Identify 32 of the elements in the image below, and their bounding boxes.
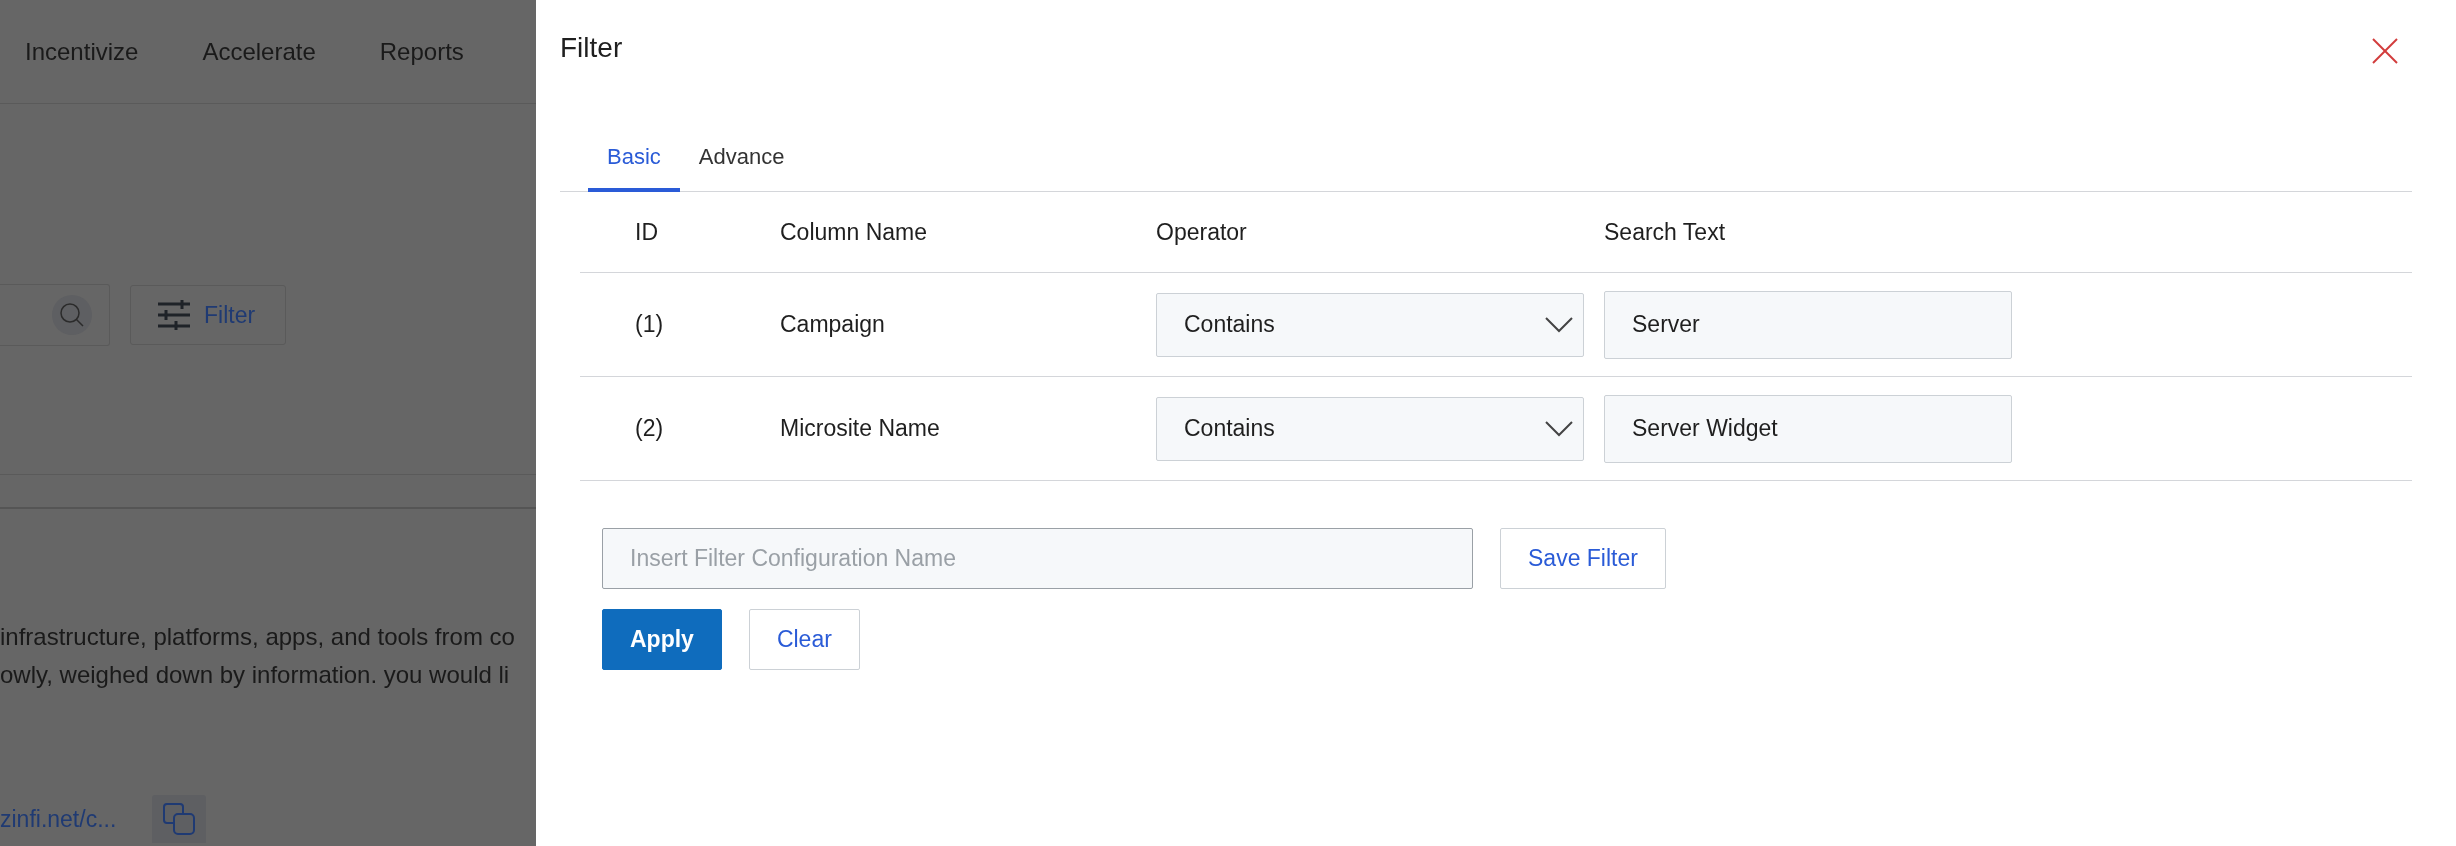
panel-title: Filter <box>560 32 623 64</box>
column-header: Operator <box>1156 218 1248 246</box>
search-icon <box>59 302 85 328</box>
column-header: Column Name <box>780 218 928 246</box>
config-name-field[interactable]: Insert Filter Configuration Name <box>602 528 1473 589</box>
save-filter-button[interactable]: Save Filter <box>1500 528 1666 589</box>
clear-button[interactable]: Clear <box>748 609 860 670</box>
search-field[interactable] <box>0 284 110 346</box>
chevron-down-icon <box>1545 316 1573 333</box>
table-cell-text: Campaign <box>780 311 886 338</box>
chevron-down-icon <box>1545 420 1573 437</box>
search-text-field[interactable]: Server Widget <box>1604 394 2012 463</box>
table-cell-text: Microsite Name <box>780 415 941 442</box>
nav-item[interactable]: Reports <box>379 37 464 66</box>
column-header: ID <box>635 218 659 246</box>
copy-button[interactable] <box>152 795 206 843</box>
table-cell-text: (2) <box>635 415 665 442</box>
tab[interactable]: Basic <box>588 134 680 192</box>
copy-icon <box>163 803 195 835</box>
operator-dropdown[interactable]: Contains <box>1156 292 1584 357</box>
description-text: owly, weighed down by information. you would li <box>0 661 511 689</box>
nav-item[interactable]: Incentivize <box>25 37 139 66</box>
nav-item[interactable]: Accelerate <box>202 37 316 66</box>
search-text-field[interactable]: Server <box>1604 290 2012 359</box>
apply-button[interactable]: Apply <box>602 609 722 670</box>
operator-dropdown[interactable]: Contains <box>1156 396 1584 461</box>
close-icon[interactable] <box>2372 38 2398 64</box>
table-cell-text: (1) <box>635 311 665 338</box>
column-header: Search Text <box>1604 218 1727 246</box>
tab[interactable]: Advance <box>679 134 804 192</box>
description-text: infrastructure, platforms, apps, and tools from co <box>0 623 516 651</box>
sliders-icon <box>158 300 190 330</box>
